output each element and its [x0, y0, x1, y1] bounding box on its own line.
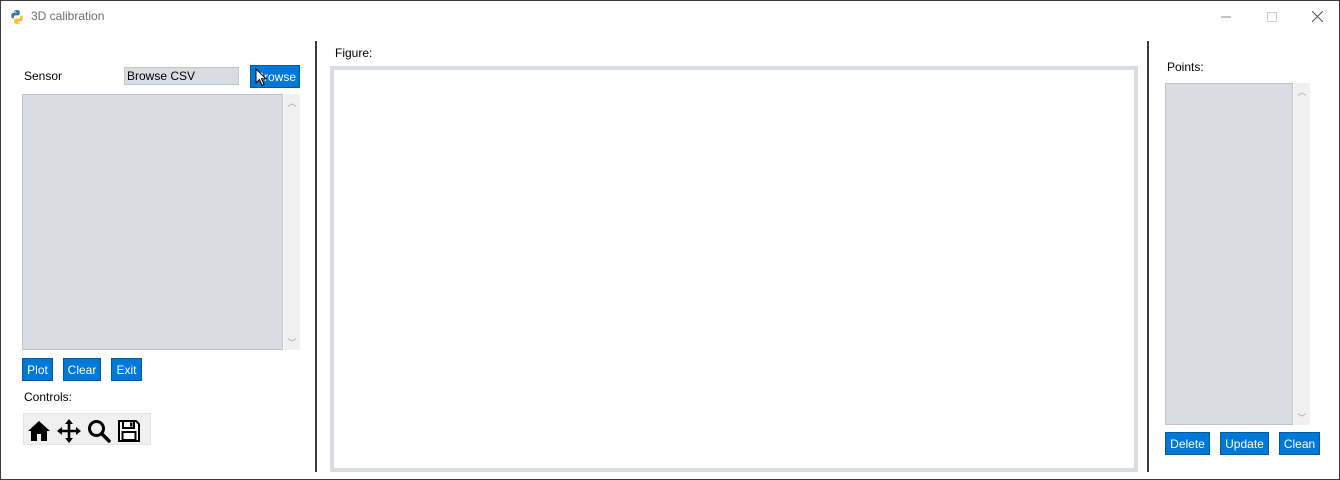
scroll-down-icon[interactable]: ﹀ [284, 336, 300, 348]
browse-button[interactable]: Browse [250, 65, 300, 88]
sensor-label: Sensor [24, 69, 63, 83]
maximize-button[interactable] [1249, 1, 1295, 32]
clean-button[interactable]: Clean [1279, 432, 1320, 455]
update-button[interactable]: Update [1220, 432, 1269, 455]
right-separator [1147, 41, 1149, 472]
scroll-up-icon[interactable]: ︿ [1294, 85, 1310, 97]
mouse-cursor-icon [255, 68, 267, 87]
sensor-listbox-scrollbar[interactable]: ︿ ﹀ [284, 94, 300, 350]
exit-button[interactable]: Exit [111, 358, 142, 381]
controls-label: Controls: [24, 390, 73, 404]
scroll-down-icon[interactable]: ﹀ [1294, 411, 1310, 423]
home-icon[interactable] [25, 417, 53, 445]
scroll-up-icon[interactable]: ︿ [284, 96, 300, 108]
python-icon [11, 10, 23, 24]
sensor-listbox[interactable] [22, 94, 283, 350]
move-icon[interactable] [55, 417, 83, 445]
delete-button[interactable]: Delete [1165, 432, 1210, 455]
window-title: 3D calibration [31, 9, 105, 23]
points-listbox-scrollbar[interactable]: ︿ ﹀ [1294, 83, 1310, 425]
title-bar[interactable]: 3D calibration [1, 1, 1339, 32]
close-button[interactable] [1294, 1, 1340, 32]
navigation-toolbar [23, 413, 151, 445]
plot-button[interactable]: Plot [22, 358, 53, 381]
points-label: Points: [1167, 60, 1204, 74]
points-listbox[interactable] [1165, 83, 1293, 425]
figure-canvas[interactable] [330, 66, 1138, 472]
save-icon[interactable] [115, 417, 143, 445]
maximize-icon [1267, 11, 1277, 22]
figure-label: Figure: [335, 46, 373, 60]
minimize-button[interactable] [1203, 1, 1249, 32]
sensor-file-entry[interactable]: Browse CSV [124, 67, 239, 85]
minimize-icon [1221, 16, 1231, 17]
close-icon [1311, 11, 1323, 22]
left-separator [315, 41, 317, 472]
main-window: 3D calibration Sensor Browse CSV Browse … [0, 0, 1340, 480]
clear-button[interactable]: Clear [63, 358, 101, 381]
zoom-icon[interactable] [85, 417, 113, 445]
